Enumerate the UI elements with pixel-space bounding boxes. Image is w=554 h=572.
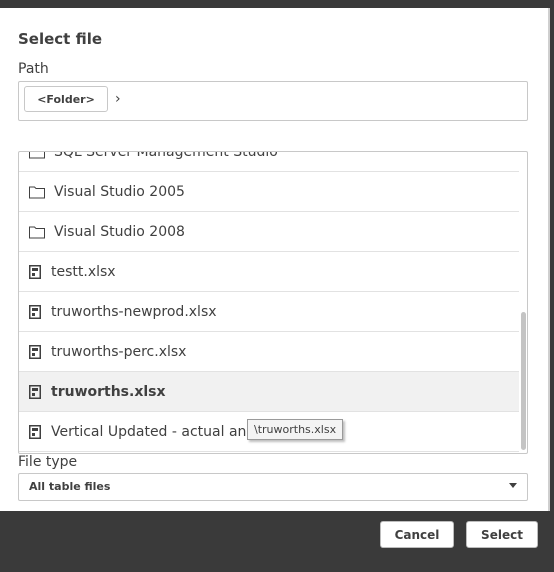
list-item-label: truworths-perc.xlsx — [51, 343, 187, 360]
folder-icon — [29, 185, 45, 198]
chevron-right-icon: › — [115, 91, 121, 107]
table-file-icon — [29, 344, 41, 359]
list-item-label: SQL Server Management Studio — [54, 151, 278, 160]
caret-down-icon — [509, 483, 517, 488]
list-item[interactable]: truworths-perc.xlsx — [19, 332, 519, 372]
list-scrollbar[interactable] — [521, 312, 526, 450]
file-type-value: All table files — [29, 480, 111, 493]
dialog-title: Select file — [18, 30, 103, 48]
table-file-icon — [29, 384, 41, 399]
file-type-label: File type — [18, 454, 78, 470]
table-file-icon — [29, 304, 41, 319]
file-list: SQL Server Management Studio Visual Stud… — [18, 151, 528, 454]
path-label: Path — [18, 61, 49, 77]
file-path-tooltip: \truworths.xlsx — [247, 419, 344, 440]
cancel-button[interactable]: Cancel — [380, 521, 454, 548]
select-file-dialog: Select file Path <Folder> › SQL Server M… — [0, 8, 550, 511]
list-item[interactable]: testt.xlsx — [19, 252, 519, 292]
file-type-select[interactable]: All table files — [18, 473, 528, 501]
table-file-icon — [29, 264, 41, 279]
table-file-icon — [29, 424, 41, 439]
list-item-label: testt.xlsx — [51, 263, 116, 280]
list-item-label: Visual Studio 2008 — [54, 223, 185, 240]
list-item-label: truworths-newprod.xlsx — [51, 303, 217, 320]
list-item-label: Visual Studio 2005 — [54, 183, 185, 200]
list-item[interactable]: Visual Studio 2008 — [19, 212, 519, 252]
folder-icon — [29, 225, 45, 238]
path-breadcrumb: <Folder> › — [18, 81, 528, 121]
list-item[interactable]: truworths-newprod.xlsx — [19, 292, 519, 332]
select-button[interactable]: Select — [466, 521, 538, 548]
list-item-selected[interactable]: truworths.xlsx — [19, 372, 519, 412]
list-item-label: truworths.xlsx — [51, 383, 166, 400]
folder-icon — [29, 152, 45, 158]
folder-root-button[interactable]: <Folder> — [24, 86, 108, 112]
list-item[interactable]: SQL Server Management Studio — [19, 151, 519, 172]
list-item[interactable]: Visual Studio 2005 — [19, 172, 519, 212]
